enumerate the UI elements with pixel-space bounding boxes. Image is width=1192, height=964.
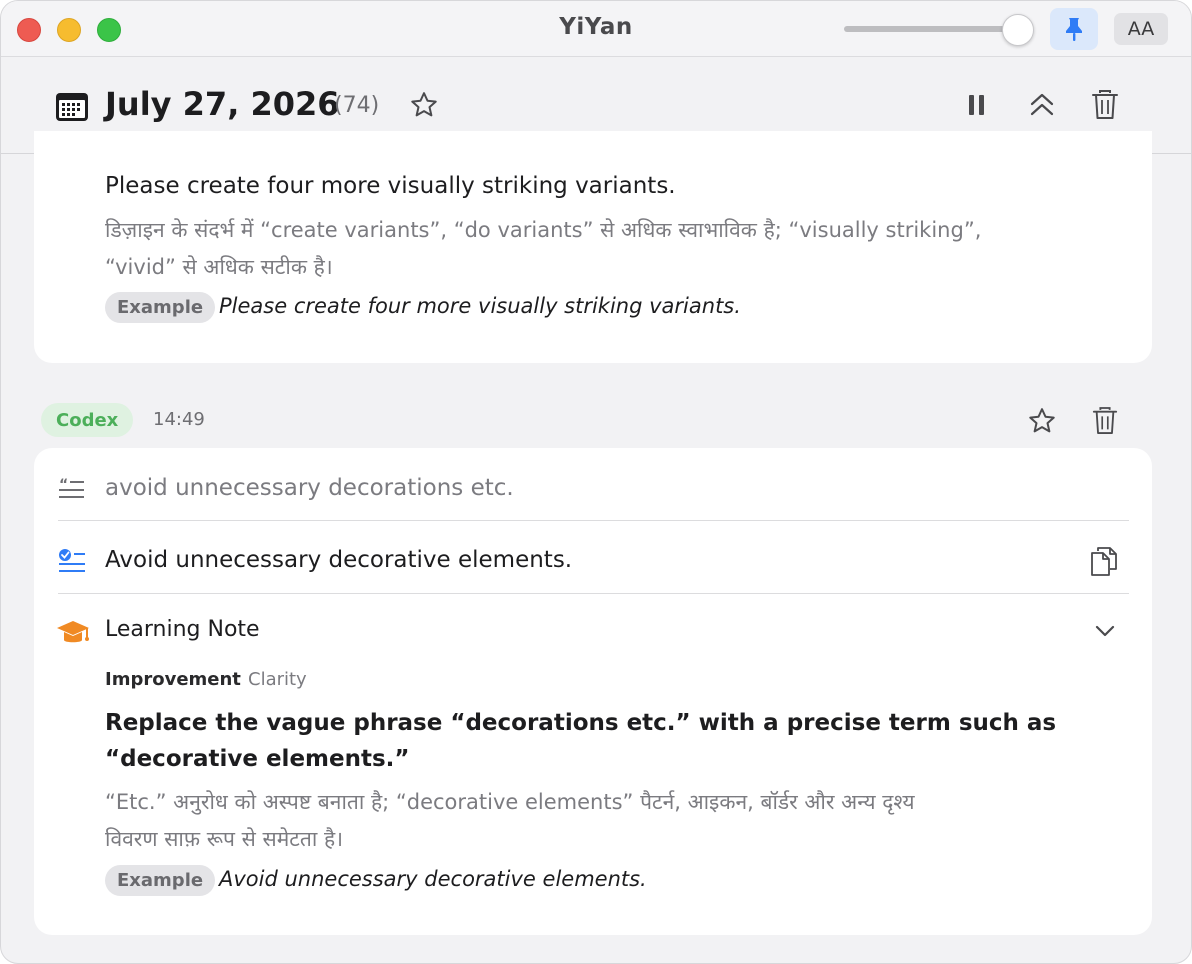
calendar-icon xyxy=(56,93,88,121)
example-badge: Example xyxy=(105,292,216,323)
note-headline-line: “decorative elements.” xyxy=(105,746,410,772)
checklist-icon xyxy=(59,549,85,572)
font-size-button[interactable]: AA xyxy=(1114,13,1168,45)
pin-icon xyxy=(1066,18,1082,41)
corrected-text: Avoid unnecessary decorative elements. xyxy=(105,547,573,573)
example-badge: Example xyxy=(105,865,216,896)
original-text: avoid unnecessary decorations etc. xyxy=(105,475,514,501)
trash-icon[interactable] xyxy=(1092,406,1118,436)
example-text: Please create four more visually strikin… xyxy=(219,294,741,318)
graduation-cap-icon xyxy=(57,621,89,643)
example-text: Avoid unnecessary decorative elements. xyxy=(219,867,647,891)
star-icon[interactable] xyxy=(1027,406,1057,436)
opacity-slider-track[interactable] xyxy=(844,26,1018,32)
app-window: YiYan AA July 27, 2026 (74) Please creat… xyxy=(0,0,1192,964)
star-icon[interactable] xyxy=(409,90,439,120)
copy-icon[interactable] xyxy=(1089,545,1119,577)
source-badge: Codex xyxy=(41,403,134,437)
previous-entry-note-line: “vivid” से अधिक सटीक है। xyxy=(105,255,333,279)
font-size-icon: AA xyxy=(1127,18,1155,40)
pause-icon[interactable] xyxy=(965,92,989,118)
previous-entry-text: Please create four more visually strikin… xyxy=(105,173,676,199)
previous-entry-note: डिज़ाइन के संदर्भ में “create variants”,… xyxy=(105,212,1115,286)
opacity-slider-knob[interactable] xyxy=(1002,14,1034,46)
entry-timestamp: 14:49 xyxy=(153,409,205,430)
entry-card xyxy=(34,448,1152,935)
title-bar: YiYan AA xyxy=(1,1,1191,57)
note-category: Improvement xyxy=(105,669,241,690)
note-explanation-line: “Etc.” अनुरोध को अस्पष्ट बनाता है; “deco… xyxy=(105,790,915,814)
divider xyxy=(58,593,1129,594)
entry-count: (74) xyxy=(334,93,380,118)
pin-button[interactable] xyxy=(1050,8,1098,50)
note-headline: Replace the vague phrase “decorations et… xyxy=(105,705,1115,777)
note-headline-line: Replace the vague phrase “decorations et… xyxy=(105,710,1057,736)
previous-entry-note-line: डिज़ाइन के संदर्भ में “create variants”,… xyxy=(105,218,982,242)
chevron-down-icon[interactable] xyxy=(1093,621,1117,641)
chevron-double-up-icon[interactable] xyxy=(1027,90,1057,120)
divider xyxy=(58,520,1129,521)
learning-note-title: Learning Note xyxy=(105,617,260,642)
page-title: July 27, 2026 xyxy=(105,85,340,123)
note-explanation-line: विवरण साफ़ रूप से समेटता है। xyxy=(105,827,344,851)
quote-icon: “ xyxy=(59,477,84,498)
trash-icon[interactable] xyxy=(1091,89,1119,121)
note-explanation: “Etc.” अनुरोध को अस्पष्ट बनाता है; “deco… xyxy=(105,784,1115,858)
note-subcategory: Clarity xyxy=(248,669,307,690)
